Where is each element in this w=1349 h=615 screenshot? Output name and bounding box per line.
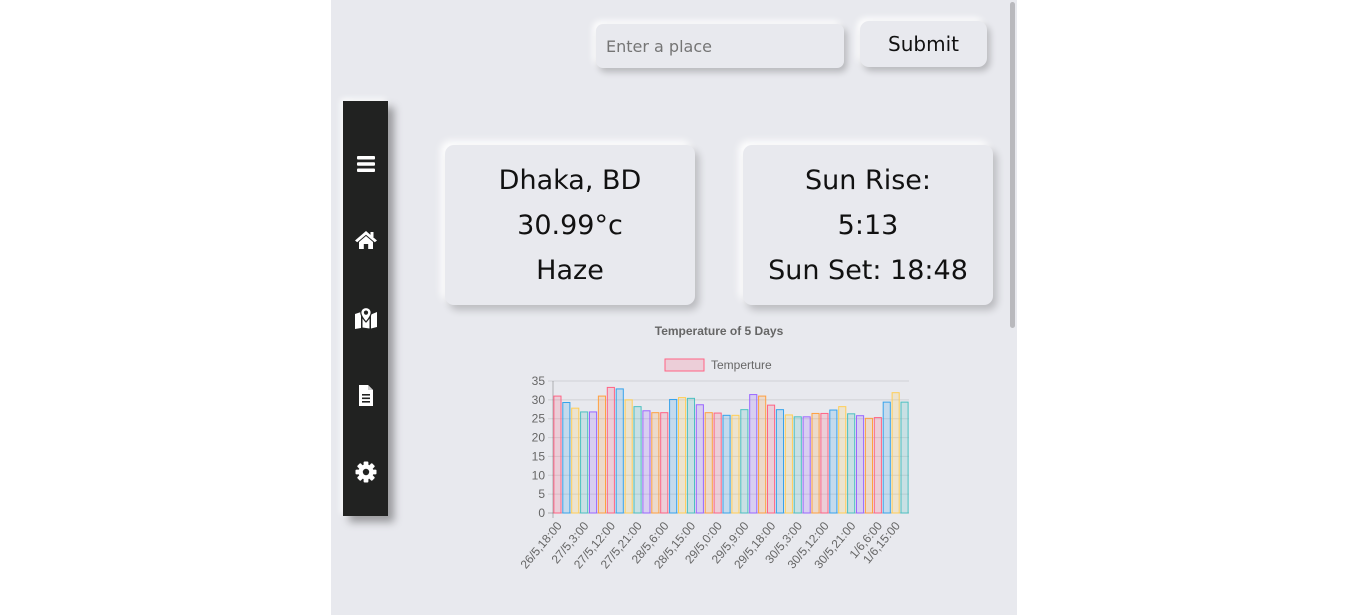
y-tick-label: 5 [538, 487, 545, 501]
chart-bar[interactable] [660, 412, 669, 514]
chart-bar[interactable] [855, 415, 865, 514]
chart-bar[interactable] [624, 399, 633, 514]
y-tick-label: 30 [532, 393, 546, 407]
chart-bar[interactable] [766, 404, 776, 514]
weather-app: Submit [331, 0, 1017, 615]
chart-bar[interactable] [900, 401, 909, 514]
chart-bar[interactable] [571, 407, 580, 514]
chart-bar[interactable] [695, 404, 704, 514]
chart-bar[interactable] [838, 406, 847, 514]
chart-bar[interactable] [704, 412, 713, 514]
chart-bar[interactable] [722, 414, 731, 514]
temperature-chart: Temperature of 5 Days Temperture 0 5 10 15 2… [518, 324, 909, 571]
chart-bar[interactable] [811, 412, 820, 514]
chart-bar[interactable] [642, 410, 651, 514]
y-tick-label: 10 [532, 468, 546, 482]
chart-bar[interactable] [597, 395, 607, 514]
chart-bar[interactable] [740, 409, 749, 514]
y-tick-label: 20 [532, 431, 546, 445]
chart-bar[interactable] [686, 397, 696, 514]
chart-bar[interactable] [864, 417, 874, 514]
chart-bar[interactable] [847, 413, 856, 514]
chart-bar[interactable] [651, 412, 660, 514]
chart-bar[interactable] [713, 412, 722, 514]
chart-bar[interactable] [553, 395, 562, 514]
chart-bar[interactable] [580, 411, 589, 514]
chart-bar[interactable] [775, 409, 785, 514]
legend-swatch[interactable] [664, 358, 705, 372]
chart-bar[interactable] [802, 416, 811, 514]
chart-bar[interactable] [829, 409, 838, 514]
chart-bar[interactable] [749, 394, 758, 514]
y-tick-label: 0 [538, 506, 545, 520]
legend-label[interactable]: Temperture [711, 358, 772, 372]
y-tick-label: 25 [532, 412, 546, 426]
chart-bar[interactable] [820, 412, 829, 514]
chart-bar[interactable] [891, 392, 900, 514]
chart-bar[interactable] [731, 414, 740, 514]
chart-bar[interactable] [669, 398, 678, 514]
chart-bar[interactable] [758, 395, 767, 514]
y-tick-label: 15 [532, 449, 546, 463]
chart-bar[interactable] [677, 397, 687, 514]
chart-bar[interactable] [615, 388, 624, 514]
chart-bar[interactable] [882, 401, 891, 514]
chart-bar[interactable] [562, 401, 571, 514]
chart-title: Temperature of 5 Days [655, 324, 784, 338]
chart-bar[interactable] [793, 416, 802, 514]
chart-bar[interactable] [606, 386, 615, 514]
y-tick-label: 35 [532, 374, 546, 388]
chart-bar[interactable] [633, 406, 642, 514]
chart-bar[interactable] [784, 414, 793, 514]
chart-bar[interactable] [873, 417, 882, 514]
chart-bar[interactable] [588, 411, 598, 514]
